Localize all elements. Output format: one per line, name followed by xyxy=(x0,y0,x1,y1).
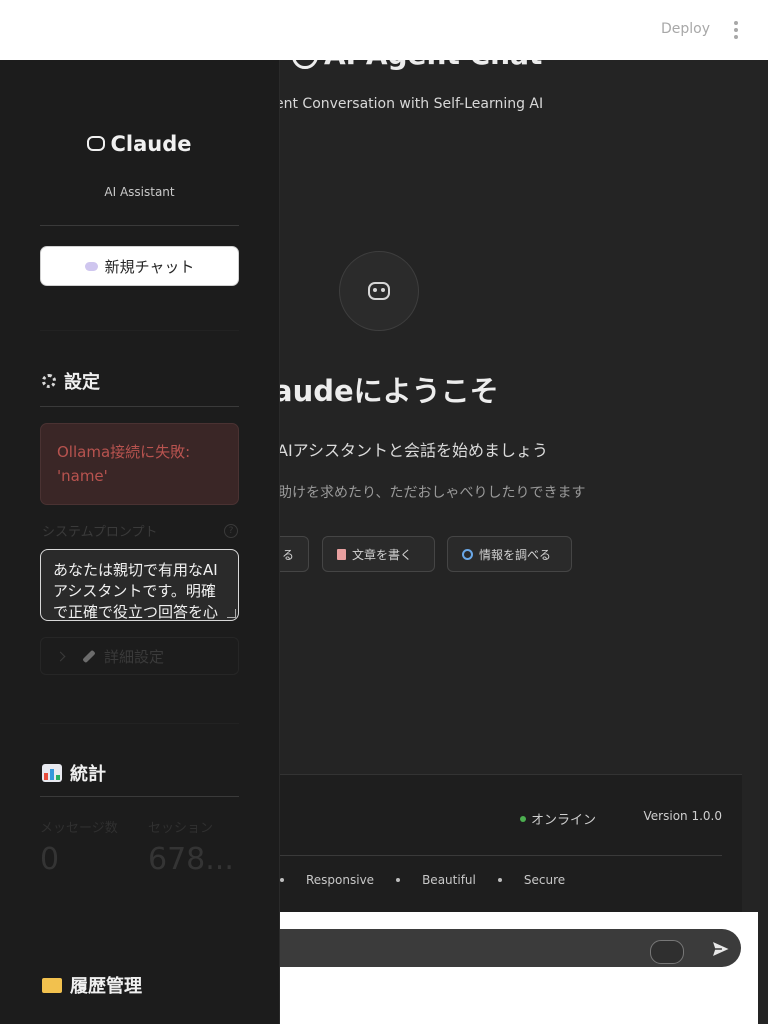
footer-panel: オンライン Version 1.0.0 Responsive Beautiful… xyxy=(280,774,742,915)
suggestion-chip-research[interactable]: 情報を調べる xyxy=(447,536,572,572)
system-prompt-textarea[interactable]: あなたは親切で有用なAIアシスタントです。明確で正確で役立つ回答を心がけてくださ… xyxy=(40,549,239,621)
input-toggle[interactable] xyxy=(650,940,684,964)
gear-icon xyxy=(42,374,56,388)
session-stat-value: 678... xyxy=(148,842,234,877)
history-heading: 履歴管理 xyxy=(42,972,142,998)
suggestion-chip-label: る xyxy=(281,547,294,562)
divider xyxy=(40,796,239,797)
divider xyxy=(40,330,239,331)
deploy-button[interactable]: Deploy xyxy=(661,21,710,37)
bar-chart-icon xyxy=(42,764,62,782)
messages-stat-value: 0 xyxy=(40,842,60,877)
bullet-icon xyxy=(497,878,502,882)
divider xyxy=(40,406,239,407)
page-subtitle: ent Conversation with Self-Learning AI xyxy=(275,96,544,112)
welcome-lead: AIアシスタントと会話を始めましょう xyxy=(277,441,549,460)
kebab-menu-icon[interactable] xyxy=(728,19,744,41)
app-header: Deploy xyxy=(0,0,768,60)
assistant-avatar xyxy=(339,251,419,331)
suggestion-chip-label: 文章を書く xyxy=(352,547,413,562)
footer-tag: Secure xyxy=(523,873,566,887)
sidebar: Claude AI Assistant 新規チャット 設定 Ollama接続に失… xyxy=(0,60,280,1024)
settings-heading: 設定 xyxy=(42,368,100,394)
robot-icon xyxy=(368,282,390,300)
robot-icon xyxy=(87,135,106,151)
main-content: AI Agent Chat ent Conversation with Self… xyxy=(240,0,768,1024)
document-icon xyxy=(337,548,346,560)
divider xyxy=(40,723,239,724)
system-prompt-label: システムプロンプト xyxy=(42,525,158,540)
footer-tag: Responsive xyxy=(306,873,375,887)
welcome-description: 助けを求めたり、ただおしゃべりしたりできます xyxy=(278,485,586,501)
status-indicator: オンライン xyxy=(519,809,596,828)
footer-tags: Responsive Beautiful Secure xyxy=(280,873,587,887)
footer-tag: Beautiful xyxy=(422,873,476,887)
divider xyxy=(280,855,722,856)
chevron-right-icon xyxy=(55,651,66,661)
bullet-icon xyxy=(396,878,401,882)
sidebar-tagline: AI Assistant xyxy=(104,185,175,199)
help-icon[interactable]: ? xyxy=(224,524,238,538)
session-stat-label: セッション xyxy=(148,821,214,836)
suggestion-chip-label: 情報を調べる xyxy=(479,547,552,562)
messages-stat-label: メッセージ数 xyxy=(40,821,118,836)
resize-handle-icon[interactable] xyxy=(227,609,236,618)
online-dot-icon xyxy=(519,815,526,822)
chat-input-area xyxy=(260,912,758,1024)
folder-icon xyxy=(42,977,62,993)
version-label: Version 1.0.0 xyxy=(643,809,722,823)
new-chat-button[interactable]: 新規チャット xyxy=(40,246,239,286)
advanced-settings-expander[interactable]: 詳細設定 xyxy=(40,637,239,675)
welcome-heading: audeにようこそ xyxy=(273,374,499,408)
status-text: オンライン xyxy=(530,813,596,828)
suggestion-chip-write[interactable]: 文章を書く xyxy=(322,536,435,572)
error-alert: Ollama接続に失敗: 'name' xyxy=(40,423,239,505)
wrench-icon xyxy=(82,649,96,663)
bullet-icon xyxy=(280,878,284,882)
send-icon[interactable] xyxy=(710,938,732,960)
divider xyxy=(40,225,239,226)
search-icon xyxy=(462,548,473,560)
stats-heading: 統計 xyxy=(42,760,106,786)
sidebar-brand: Claude xyxy=(0,132,279,156)
speech-bubble-icon xyxy=(84,261,98,271)
